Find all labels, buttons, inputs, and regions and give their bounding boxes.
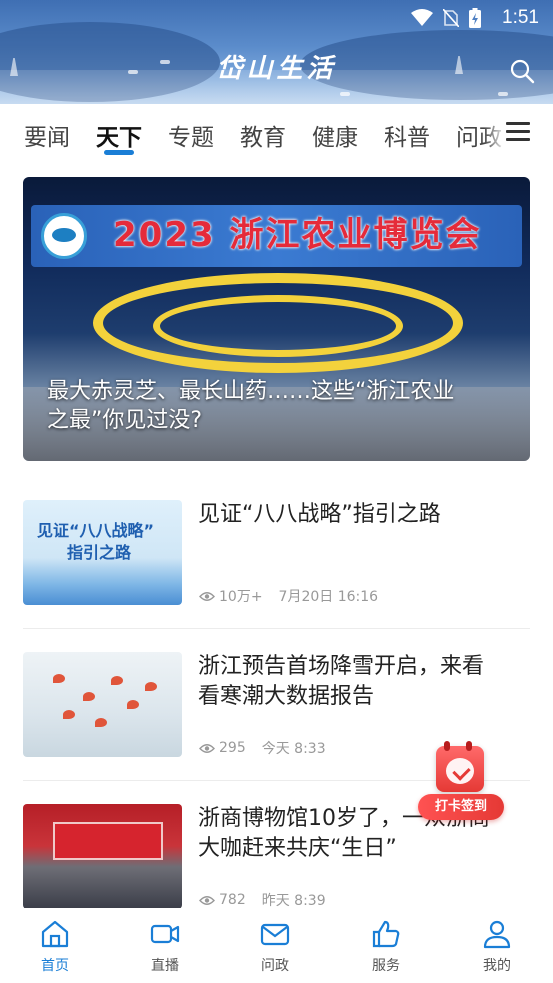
- news-title: 见证“八八战略”指引之路: [198, 500, 530, 530]
- nav-profile[interactable]: 我的: [442, 908, 552, 983]
- active-tab-indicator: [104, 150, 134, 155]
- hero-banner-text: 2023 浙江农业博览会: [113, 215, 482, 255]
- battery-charging-icon: [469, 8, 481, 28]
- tab-zhuanti[interactable]: 专题: [168, 118, 214, 152]
- hero-card[interactable]: 2023 浙江农业博览会 最大赤灵芝、最长山药……这些“浙江农业 之最”你见过没…: [23, 177, 530, 461]
- checkin-button[interactable]: 打卡签到: [418, 741, 504, 824]
- news-title: 浙江预告首场降雪开启，来看 看寒潮大数据报告: [198, 652, 530, 712]
- nav-label: 服务: [372, 958, 400, 974]
- user-icon: [483, 920, 511, 949]
- status-bar: 1:51: [0, 0, 553, 36]
- boat-graphic: [498, 92, 508, 96]
- thumbnail-caption: 见证“八八战略” 指引之路: [37, 520, 154, 564]
- news-title-line: 见证“八八战略”指引之路: [198, 502, 441, 527]
- expo-emblem-icon: [41, 213, 87, 259]
- stage-graphic: [53, 822, 163, 860]
- divider: [23, 628, 530, 629]
- news-title-line: 浙江预告首场降雪开启，来看: [198, 654, 485, 679]
- nav-wenzheng[interactable]: 问政: [220, 908, 330, 983]
- leaf-graphic: [111, 676, 123, 685]
- view-count: 295: [219, 740, 246, 756]
- nav-home[interactable]: 首页: [0, 908, 110, 983]
- publish-time: 昨天 8:39: [261, 893, 326, 908]
- nav-label: 首页: [41, 958, 69, 974]
- tabs-fade: [484, 116, 506, 152]
- news-title-line: 看寒潮大数据报告: [198, 684, 375, 709]
- news-meta: 295 今天 8:33: [199, 738, 326, 758]
- wifi-icon: [411, 9, 433, 26]
- news-title-line: 大咖赶来共庆“生日”: [198, 836, 397, 861]
- nav-label: 我的: [483, 958, 511, 974]
- publish-time: 今天 8:33: [261, 741, 326, 757]
- leaf-graphic: [145, 682, 157, 691]
- news-thumbnail: [23, 652, 182, 757]
- tab-yaowen[interactable]: 要闻: [24, 118, 70, 152]
- tab-jiankang[interactable]: 健康: [312, 118, 358, 152]
- stage-ring-graphic: [153, 295, 403, 357]
- eye-icon: [199, 743, 215, 753]
- hero-title: 最大赤灵芝、最长山药……这些“浙江农业 之最”你见过没?: [47, 377, 517, 435]
- nav-label: 问政: [261, 958, 289, 974]
- mail-icon: [260, 923, 290, 946]
- checkin-label: 打卡签到: [418, 794, 504, 820]
- tab-kepu[interactable]: 科普: [384, 118, 430, 152]
- news-meta: 782 昨天 8:39: [199, 890, 326, 908]
- no-sim-icon: [443, 9, 459, 27]
- news-thumbnail: 见证“八八战略” 指引之路: [23, 500, 182, 605]
- nav-label: 直播: [151, 958, 179, 974]
- nav-services[interactable]: 服务: [331, 908, 441, 983]
- app-logo: 岱山生活: [216, 54, 337, 84]
- category-tabs: 要闻 天下 专题 教育 健康 科普 问政: [0, 104, 553, 162]
- home-icon: [41, 920, 69, 948]
- status-icons: [411, 8, 481, 28]
- menu-icon[interactable]: [506, 122, 530, 144]
- thumbnail-caption-line: 指引之路: [67, 543, 132, 562]
- bottom-navigation: 首页 直播 问政 服务 我的: [0, 908, 553, 983]
- status-time: 1:51: [502, 7, 539, 28]
- hero-title-line: 最大赤灵芝、最长山药……这些“浙江农业: [47, 379, 455, 404]
- tab-tianxia[interactable]: 天下: [96, 118, 142, 152]
- nav-live[interactable]: 直播: [110, 908, 220, 983]
- thumbs-up-icon: [372, 920, 400, 948]
- view-count: 10万+: [219, 589, 263, 605]
- video-camera-icon: [150, 924, 180, 944]
- tab-jiaoyu[interactable]: 教育: [240, 118, 286, 152]
- news-meta: 10万+ 7月20日 16:16: [199, 586, 378, 606]
- boat-graphic: [340, 92, 350, 96]
- publish-time: 7月20日 16:16: [278, 589, 379, 605]
- search-icon[interactable]: [509, 58, 535, 84]
- eye-icon: [199, 591, 215, 601]
- leaf-graphic: [83, 692, 95, 701]
- app-header: 1:51 岱山生活: [0, 0, 553, 104]
- eye-icon: [199, 895, 215, 905]
- news-item[interactable]: 见证“八八战略” 指引之路 见证“八八战略”指引之路 10万+ 7月20日 16…: [23, 500, 530, 640]
- leaf-graphic: [53, 674, 65, 683]
- news-thumbnail: [23, 804, 182, 908]
- calendar-icon: [436, 741, 484, 792]
- thumbnail-caption-line: 见证“八八战略”: [37, 521, 155, 540]
- leaf-graphic: [127, 700, 139, 709]
- leaf-graphic: [95, 718, 107, 727]
- leaf-graphic: [63, 710, 75, 719]
- hero-title-line: 之最”你见过没?: [47, 408, 203, 433]
- view-count: 782: [219, 892, 246, 908]
